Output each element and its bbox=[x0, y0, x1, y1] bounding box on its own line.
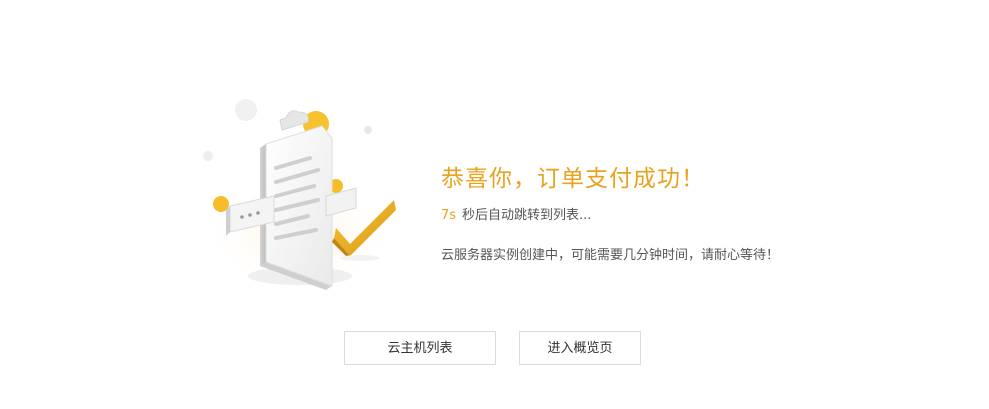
success-clipboard-illustration bbox=[190, 86, 412, 306]
host-list-button[interactable]: 云主机列表 bbox=[344, 331, 496, 365]
creation-note: 云服务器实例创建中，可能需要几分钟时间，请耐心等待！ bbox=[441, 248, 780, 263]
clipboard-check-icon bbox=[203, 99, 396, 291]
payment-success-page: 恭喜你，订单支付成功！ 7s 秒后自动跳转到列表... 云服务器实例创建中，可能需… bbox=[0, 0, 989, 409]
countdown-seconds: 7s bbox=[441, 208, 457, 223]
success-title: 恭喜你，订单支付成功！ bbox=[441, 166, 705, 192]
result-content: 恭喜你，订单支付成功！ 7s 秒后自动跳转到列表... 云服务器实例创建中，可能需… bbox=[441, 163, 961, 266]
countdown-text: 秒后自动跳转到列表... bbox=[462, 208, 592, 223]
overview-button[interactable]: 进入概览页 bbox=[519, 331, 641, 365]
redirect-countdown: 7s 秒后自动跳转到列表... bbox=[441, 206, 961, 226]
